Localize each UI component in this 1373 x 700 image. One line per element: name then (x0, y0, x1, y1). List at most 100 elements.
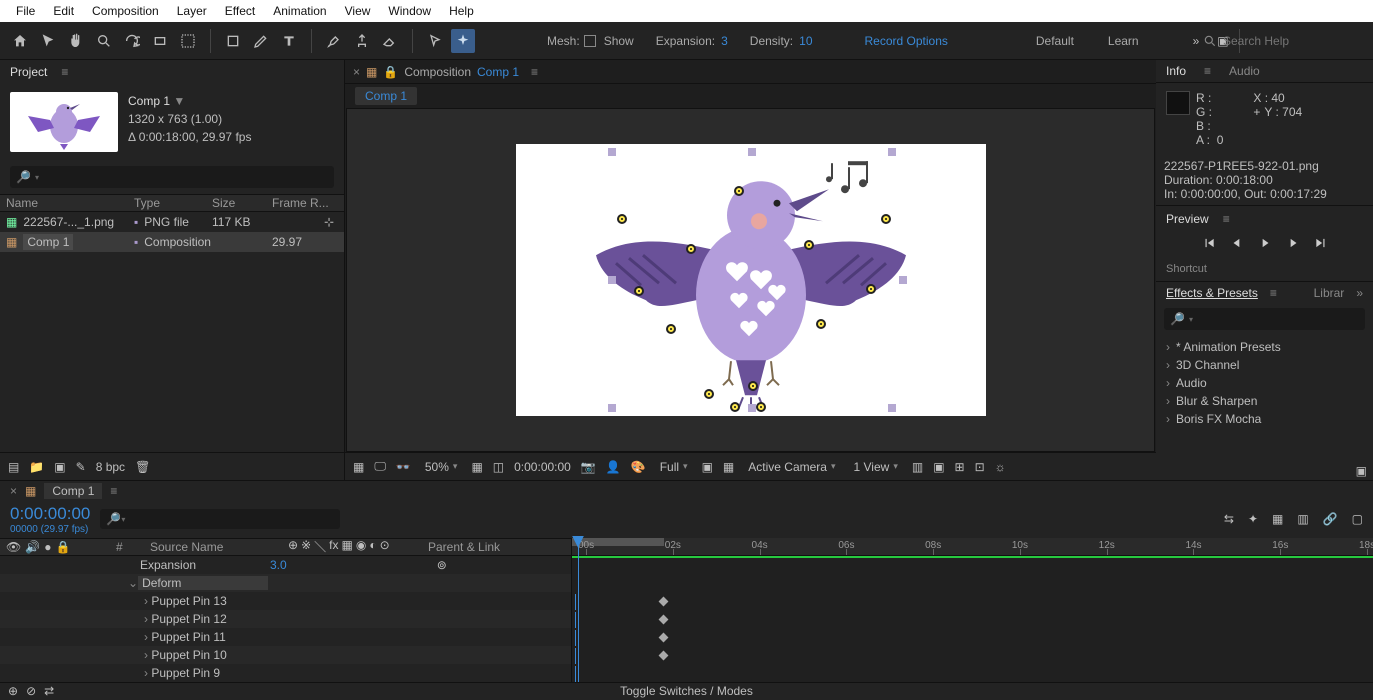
menu-effect[interactable]: Effect (217, 2, 263, 20)
timeline-icon[interactable]: ⊡ (975, 460, 985, 474)
dropdown-icon[interactable]: ▼ (173, 94, 185, 108)
col-type[interactable]: Type (128, 196, 206, 210)
tl-icon[interactable]: ▢ (1352, 512, 1363, 526)
workspace-default[interactable]: Default (1036, 34, 1074, 48)
tab-effects-presets[interactable]: Effects & Presets (1166, 286, 1258, 300)
close-tab-icon[interactable]: × (10, 484, 17, 498)
workspace-learn[interactable]: Learn (1108, 34, 1139, 48)
selection-tool-icon[interactable] (36, 29, 60, 53)
tl-toggle-icon[interactable]: ⇄ (44, 684, 54, 698)
record-options-link[interactable]: Record Options (865, 34, 948, 48)
menu-animation[interactable]: Animation (265, 2, 334, 20)
col-parent[interactable]: Parent & Link (422, 540, 506, 554)
table-row[interactable]: ▦Comp 1 ▪Composition 29.97 (0, 232, 344, 252)
col-fr[interactable]: Frame R... (266, 196, 335, 210)
spiral-icon[interactable]: ⊚ (437, 558, 447, 572)
timeline-tracks[interactable]: 00s02s04s06s08s10s12s14s16s18s (572, 538, 1373, 682)
viewopt-icon[interactable]: ▥ (912, 460, 923, 474)
orbit-tool-icon[interactable] (120, 29, 144, 53)
comp-thumbnail[interactable] (10, 92, 118, 152)
tl-toggle-icon[interactable]: ⊕ (8, 684, 18, 698)
rect-tool-icon[interactable] (221, 29, 245, 53)
timeline-tab[interactable]: Comp 1 (44, 483, 102, 499)
zoom-tool-icon[interactable] (92, 29, 116, 53)
close-tab-icon[interactable]: × (353, 65, 360, 79)
rotate-tool-icon[interactable] (148, 29, 172, 53)
folder-icon[interactable]: 📁 (29, 460, 44, 474)
alpha-icon[interactable]: ▦ (353, 460, 364, 474)
timeline-row-expansion[interactable]: Expansion 3.0 ⊚ (0, 556, 571, 574)
transparency-icon[interactable]: ▣ (702, 460, 713, 474)
menu-edit[interactable]: Edit (45, 2, 82, 20)
grid-icon[interactable]: ▦ (471, 460, 482, 474)
tl-icon[interactable]: ▦ (1272, 512, 1283, 526)
3d-icon[interactable]: ▦ (723, 460, 734, 474)
interpret-icon[interactable]: ▤ (8, 460, 19, 474)
last-frame-icon[interactable] (1314, 236, 1328, 253)
tab-info[interactable]: Info (1166, 64, 1186, 78)
prev-frame-icon[interactable] (1230, 236, 1244, 253)
roto-tool-icon[interactable] (423, 29, 447, 53)
col-source[interactable]: Source Name (144, 540, 282, 554)
panel-menu-icon[interactable]: ≡ (110, 484, 117, 498)
search-input[interactable] (1223, 34, 1363, 48)
pen-tool-icon[interactable] (249, 29, 273, 53)
viewport[interactable] (346, 108, 1155, 452)
list-item[interactable]: ›Boris FX Mocha (1158, 410, 1371, 428)
current-time[interactable]: 0:00:00:00 (10, 504, 90, 524)
overflow-icon[interactable]: » (1356, 286, 1363, 300)
mask-icon[interactable]: 👓 (396, 460, 411, 474)
menu-help[interactable]: Help (441, 2, 482, 20)
canvas[interactable] (516, 144, 986, 416)
col-size[interactable]: Size (206, 196, 266, 210)
zoom-dropdown[interactable]: 50%▾ (421, 460, 462, 474)
timeline-row-pin[interactable]: › Puppet Pin 10 (0, 646, 571, 664)
monitor-icon[interactable]: 🖵 (374, 459, 386, 474)
panel-menu-icon[interactable]: ≡ (531, 65, 538, 79)
menu-composition[interactable]: Composition (84, 2, 167, 20)
pixel-icon[interactable]: ⊞ (955, 460, 965, 474)
col-switches[interactable]: ⊕※＼fx▦◉◐⊙ (282, 538, 422, 555)
home-icon[interactable] (8, 29, 32, 53)
lock-icon[interactable]: 🔒 (383, 65, 398, 79)
timeline-row-pin[interactable]: › Puppet Pin 9 (0, 664, 571, 682)
panel-menu-icon[interactable]: ≡ (1270, 286, 1277, 300)
menu-file[interactable]: File (8, 2, 43, 20)
timeline-row-pin[interactable]: › Puppet Pin 11 (0, 628, 571, 646)
brush-tool-icon[interactable] (322, 29, 346, 53)
flowchart-icon[interactable]: ☼ (995, 460, 1006, 474)
menu-view[interactable]: View (337, 2, 379, 20)
list-item[interactable]: ›* Animation Presets (1158, 338, 1371, 356)
timeline-row-pin[interactable]: › Puppet Pin 13 (0, 592, 571, 610)
tl-icon[interactable]: ▥ (1297, 512, 1308, 526)
first-frame-icon[interactable] (1202, 236, 1216, 253)
resolution-dropdown[interactable]: Full▾ (656, 460, 692, 474)
toggle-switches-button[interactable]: Toggle Switches / Modes (620, 684, 753, 698)
panel-menu-icon[interactable]: ≡ (1223, 212, 1230, 226)
camera-tool-icon[interactable] (176, 29, 200, 53)
tab-preview[interactable]: Preview (1166, 212, 1209, 226)
composition-name[interactable]: Comp 1 (477, 65, 519, 79)
tl-icon[interactable]: ✦ (1248, 512, 1258, 526)
menu-window[interactable]: Window (380, 2, 439, 20)
hand-tool-icon[interactable] (64, 29, 88, 53)
menu-layer[interactable]: Layer (169, 2, 215, 20)
overflow-icon[interactable]: » (1193, 34, 1200, 48)
snapshot-icon[interactable]: 📷 (581, 460, 596, 474)
new-bin-icon[interactable]: ▣ (1356, 464, 1367, 478)
roi-icon[interactable]: ◫ (493, 460, 504, 474)
camera-dropdown[interactable]: Active Camera▾ (744, 460, 839, 474)
timeline-row-deform[interactable]: ⌄ Deform (0, 574, 571, 592)
list-item[interactable]: ›Blur & Sharpen (1158, 392, 1371, 410)
effects-search[interactable]: 🔎▾ (1164, 308, 1365, 330)
next-frame-icon[interactable] (1286, 236, 1300, 253)
playhead[interactable] (578, 538, 579, 682)
channels-icon[interactable]: 🎨 (631, 460, 646, 474)
time-ruler[interactable]: 00s02s04s06s08s10s12s14s16s18s (572, 538, 1373, 556)
search-help[interactable] (1203, 34, 1363, 48)
timeline-search[interactable]: 🔎▾ (100, 509, 340, 529)
eraser-tool-icon[interactable] (378, 29, 402, 53)
viewopt2-icon[interactable]: ▣ (933, 460, 944, 474)
trash-icon[interactable]: 🗑 (135, 460, 150, 474)
col-num[interactable]: # (110, 540, 144, 554)
